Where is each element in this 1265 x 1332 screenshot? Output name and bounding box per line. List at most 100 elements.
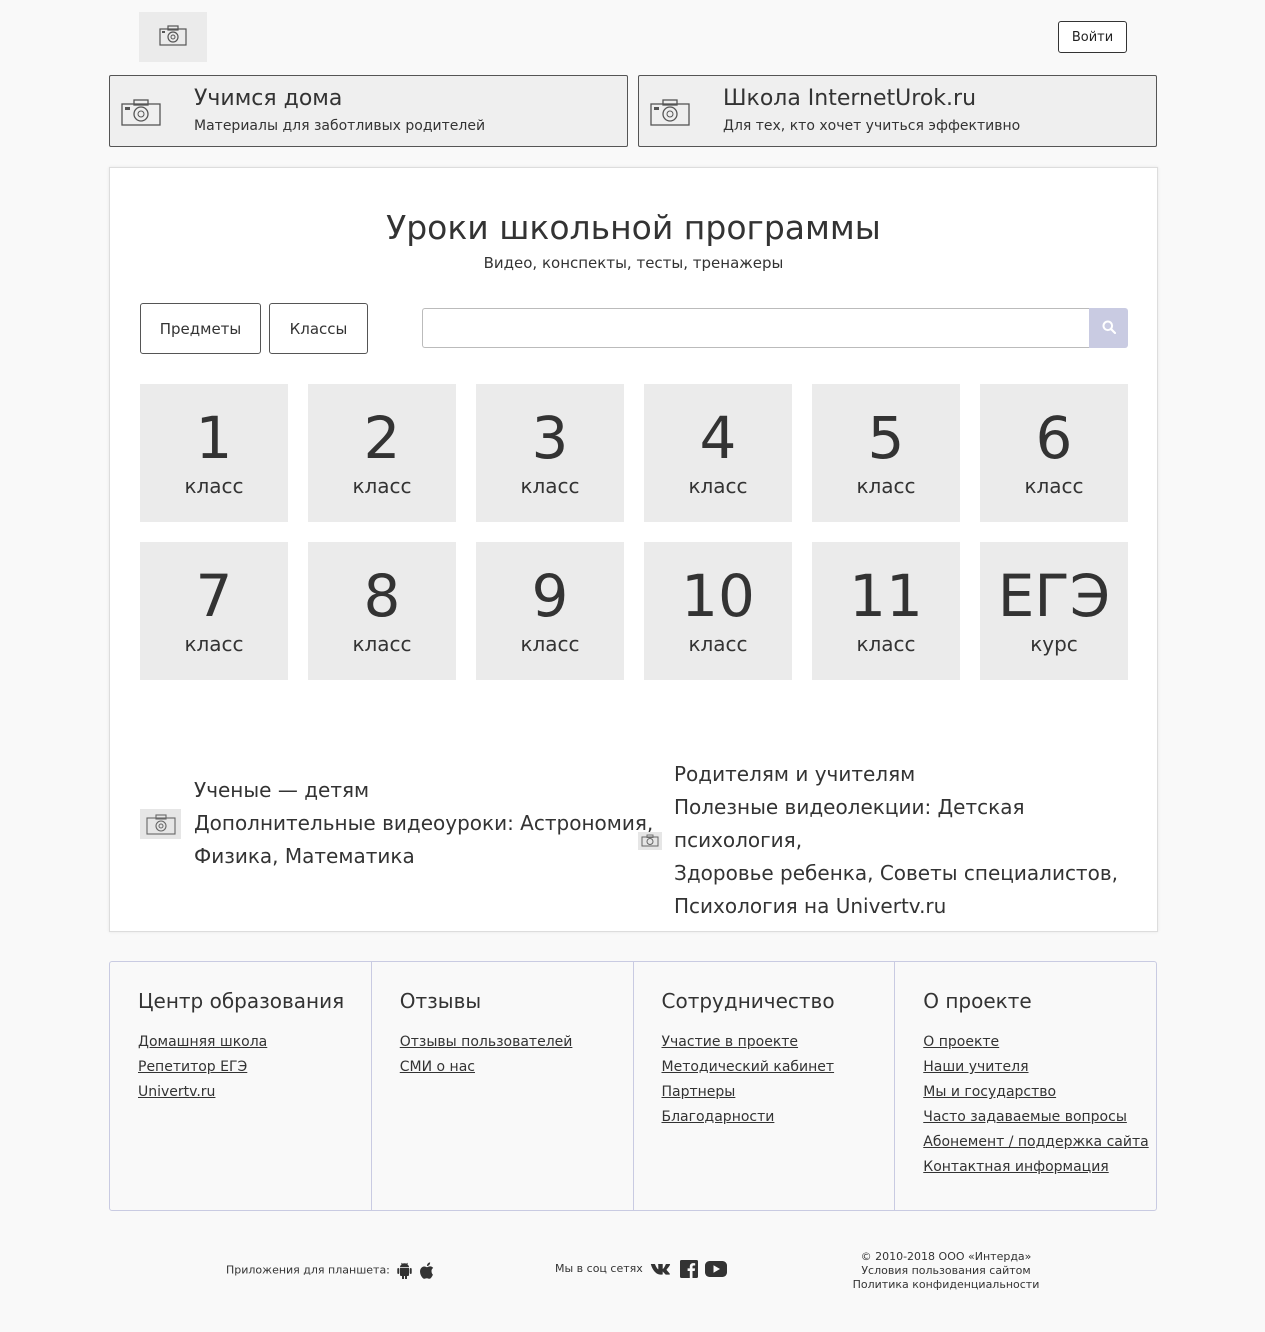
footer-link[interactable]: СМИ о нас (400, 1055, 633, 1080)
grade-number: 1 (195, 404, 233, 472)
grade-tile-6[interactable]: 6 класс (980, 384, 1128, 522)
extra-line: Дополнительные видеоуроки: Астрономия, (194, 811, 654, 835)
promo-subtitle: Материалы для заботливых родителей (194, 118, 486, 134)
grade-tile-5[interactable]: 5 класс (812, 384, 960, 522)
promo-title: Школа InternetUrok.ru (723, 86, 977, 111)
search-icon (1102, 319, 1116, 338)
camera-placeholder-icon (140, 808, 181, 839)
grade-tile-11[interactable]: 11 класс (812, 542, 960, 680)
grade-number: 4 (699, 404, 737, 472)
footer-link[interactable]: Методический кабинет (662, 1055, 895, 1080)
grade-number: 6 (1035, 404, 1073, 472)
grade-tile-1[interactable]: 1 класс (140, 384, 288, 522)
grade-number: ЕГЭ (997, 562, 1111, 630)
grade-number: 2 (363, 404, 401, 472)
footer-link[interactable]: Мы и государство (923, 1080, 1156, 1105)
lessons-card: Уроки школьной программы Видео, конспект… (109, 167, 1158, 932)
footer-heading: Сотрудничество (661, 989, 835, 1013)
camera-placeholder-icon (649, 96, 691, 128)
footer-link[interactable]: Участие в проекте (662, 1030, 895, 1055)
terms-link[interactable]: Условия пользования сайтом (846, 1264, 1046, 1278)
grade-label: класс (520, 474, 580, 498)
footer-column-reviews: Отзывы Отзывы пользователей СМИ о нас (372, 962, 634, 1210)
site-logo[interactable] (139, 12, 207, 62)
camera-placeholder-icon (120, 96, 162, 128)
scientists-for-kids-link[interactable]: Ученые — детям Дополнительные видеоуроки… (140, 774, 653, 873)
copyright-text: © 2010-2018 ООО «Интерда» (860, 1250, 1032, 1263)
page-subtitle: Видео, конспекты, тесты, тренажеры (483, 254, 784, 272)
grade-tile-2[interactable]: 2 класс (308, 384, 456, 522)
footer-link[interactable]: Домашняя школа (138, 1030, 371, 1055)
footer-link[interactable]: Благодарности (662, 1105, 895, 1130)
search-input[interactable] (422, 308, 1089, 348)
promo-subtitle: Для тех, кто хочет учиться эффективно (723, 118, 1021, 134)
vk-icon[interactable] (650, 1263, 672, 1276)
login-button[interactable]: Войти (1058, 21, 1127, 53)
grade-label: класс (184, 632, 244, 656)
grade-label: класс (352, 632, 412, 656)
extra-line: Психология на Univertv.ru (674, 894, 947, 918)
footer-column-education: Центр образования Домашняя школа Репетит… (110, 962, 372, 1210)
grade-label: класс (352, 474, 412, 498)
footer-link[interactable]: Отзывы пользователей (400, 1030, 633, 1055)
privacy-link[interactable]: Политика конфиденциальности (846, 1278, 1046, 1292)
grade-label: класс (688, 474, 748, 498)
footer-link[interactable]: Univertv.ru (138, 1080, 371, 1105)
footer-nav: Центр образования Домашняя школа Репетит… (109, 961, 1157, 1211)
grade-number: 3 (531, 404, 569, 472)
footer-column-about: О проекте О проекте Наши учителя Мы и го… (895, 962, 1156, 1210)
grade-tile-7[interactable]: 7 класс (140, 542, 288, 680)
extra-line: Физика, Математика (194, 844, 415, 868)
footer-link[interactable]: Репетитор ЕГЭ (138, 1055, 371, 1080)
social-block: Мы в соц сетях (555, 1260, 728, 1278)
grade-number: 10 (681, 562, 755, 630)
extra-title: Ученые — детям (194, 778, 370, 802)
footer-link[interactable]: Партнеры (662, 1080, 895, 1105)
footer-link[interactable]: Наши учителя (923, 1055, 1156, 1080)
grade-label: класс (520, 632, 580, 656)
extra-text: Ученые — детям Дополнительные видеоуроки… (194, 774, 653, 873)
grade-number: 9 (531, 562, 569, 630)
promo-title: Учимся дома (194, 86, 343, 111)
grade-number: 5 (867, 404, 905, 472)
grade-tile-4[interactable]: 4 класс (644, 384, 792, 522)
social-label: Мы в соц сетях (555, 1262, 643, 1275)
footer-link[interactable]: О проекте (923, 1030, 1156, 1055)
legal-block: © 2010-2018 ООО «Интерда» Условия пользо… (846, 1250, 1046, 1292)
grade-tile-ege[interactable]: ЕГЭ курс (980, 542, 1128, 680)
camera-placeholder-icon (638, 831, 662, 850)
apps-label: Приложения для планшета: (226, 1263, 390, 1277)
android-icon[interactable] (397, 1262, 413, 1279)
extra-line: Полезные видеолекции: Детская психология… (674, 795, 1025, 852)
grade-label: класс (856, 632, 916, 656)
facebook-icon[interactable] (679, 1260, 698, 1278)
search-button[interactable] (1089, 308, 1128, 348)
grade-label: класс (184, 474, 244, 498)
footer-link[interactable]: Абонемент / поддержка сайта (923, 1130, 1156, 1155)
grade-tile-8[interactable]: 8 класс (308, 542, 456, 680)
youtube-icon[interactable] (705, 1261, 728, 1277)
grade-number: 7 (195, 562, 233, 630)
subjects-button[interactable]: Предметы (140, 303, 261, 354)
grade-tile-10[interactable]: 10 класс (644, 542, 792, 680)
parents-teachers-link[interactable]: Родителям и учителям Полезные видеолекци… (638, 758, 1157, 923)
grade-number: 8 (363, 562, 401, 630)
promo-home-learning[interactable]: Учимся дома Материалы для заботливых род… (109, 75, 628, 147)
grade-label: курс (1030, 632, 1078, 656)
grade-tile-3[interactable]: 3 класс (476, 384, 624, 522)
extra-title: Родителям и учителям (674, 762, 916, 786)
grade-tile-9[interactable]: 9 класс (476, 542, 624, 680)
camera-placeholder-icon (159, 24, 187, 50)
apps-block: Приложения для планшета: (226, 1262, 435, 1279)
apple-icon[interactable] (419, 1262, 435, 1279)
classes-button[interactable]: Классы (269, 303, 368, 354)
grade-label: класс (688, 632, 748, 656)
footer-heading: О проекте (923, 989, 1032, 1013)
footer-column-cooperation: Сотрудничество Участие в проекте Методич… (634, 962, 896, 1210)
footer-link[interactable]: Часто задаваемые вопросы (923, 1105, 1156, 1130)
promo-internet-school[interactable]: Школа InternetUrok.ru Для тех, кто хочет… (638, 75, 1157, 147)
extra-line: Здоровье ребенка, Советы специалистов, (674, 861, 1118, 885)
page-title: Уроки школьной программы (386, 208, 881, 247)
footer-link[interactable]: Контактная информация (923, 1155, 1156, 1180)
grade-number: 11 (849, 562, 923, 630)
